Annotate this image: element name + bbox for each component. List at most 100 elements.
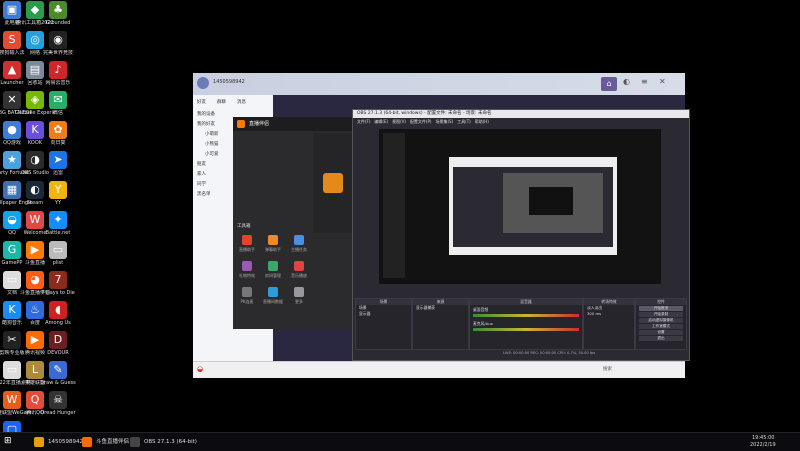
app-icon bbox=[82, 437, 92, 447]
desktop-icon[interactable]: D DEVOUR bbox=[38, 331, 78, 356]
desktop-icon[interactable]: ➤ 迅雷 bbox=[38, 151, 78, 176]
live-side bbox=[313, 133, 353, 233]
desktop-icon[interactable]: ✎ Draw & Guess bbox=[38, 361, 78, 386]
studio-mode-button[interactable]: 工作室模式 bbox=[639, 324, 683, 329]
desktop-icon-label: 向日葵 bbox=[50, 140, 66, 146]
tab-messages[interactable]: 消息 bbox=[237, 99, 246, 105]
list-item[interactable]: 显示器捕获 bbox=[413, 305, 468, 311]
obs-menu-item[interactable]: 场景集(S) bbox=[435, 119, 453, 124]
desktop-icon-label: Among Us bbox=[45, 320, 71, 326]
preview-icons bbox=[383, 133, 405, 278]
scenes-dock: 场景 场景 显示器 bbox=[355, 298, 412, 350]
tool-button[interactable]: 弹幕助手 bbox=[261, 235, 285, 253]
tool-label: 礼物特效 bbox=[239, 273, 255, 278]
app-icon: ◖ bbox=[49, 301, 67, 319]
tool-label: 直播间数据 bbox=[263, 299, 283, 304]
obs-menu-item[interactable]: 帮助(H) bbox=[475, 119, 489, 124]
desktop-icon-label: Dread Hunger bbox=[40, 410, 76, 416]
desktop-icon[interactable]: ▭ plist bbox=[38, 241, 78, 266]
list-item[interactable]: 显示器 bbox=[356, 311, 411, 317]
avatar[interactable] bbox=[197, 77, 209, 89]
obs-menu-item[interactable]: 文件(F) bbox=[357, 119, 370, 124]
list-item[interactable]: 我的好友 bbox=[197, 121, 215, 127]
obs-menu-item[interactable]: 工具(T) bbox=[457, 119, 471, 124]
taskbar-item[interactable]: 斗鱼直播伴侣 bbox=[80, 435, 129, 449]
tool-label: 弹幕助手 bbox=[265, 247, 281, 252]
close-icon[interactable]: ✕ bbox=[659, 77, 666, 86]
qq-icon[interactable]: ◒ bbox=[197, 365, 203, 373]
qq-title-bar[interactable]: 1450598942 ⌂ ◐ ≡ ✕ bbox=[193, 73, 685, 95]
tool-button[interactable]: 更多 bbox=[287, 287, 311, 305]
exit-button[interactable]: 退出 bbox=[639, 336, 683, 341]
taskbar-item[interactable]: 1450598942 bbox=[32, 435, 83, 449]
list-item[interactable]: 家人 bbox=[197, 171, 206, 177]
obs-preview[interactable] bbox=[379, 129, 661, 284]
obs-menu-item[interactable]: 配置文件(P) bbox=[410, 119, 432, 124]
desktop-icon-label: YY bbox=[54, 200, 62, 206]
tool-button[interactable]: 直播间数据 bbox=[261, 287, 285, 305]
tools-grid: 直播助手 弹幕助手 主播任务礼物特效 房间管理 音乐播放 PK连麦 直播间数据 更多 bbox=[233, 235, 313, 325]
app-icon: 7 bbox=[49, 271, 67, 289]
transition-duration[interactable]: 300 ms bbox=[584, 311, 634, 316]
settings-button[interactable]: 设置 bbox=[639, 330, 683, 335]
list-item[interactable]: 小萌新 bbox=[205, 131, 219, 137]
list-item[interactable]: 我的设备 bbox=[197, 111, 215, 117]
tool-button[interactable]: PK连麦 bbox=[235, 287, 259, 305]
tool-button[interactable]: 主播任务 bbox=[287, 235, 311, 253]
home-icon[interactable]: ⌂ bbox=[601, 77, 617, 91]
tool-label: 直播助手 bbox=[239, 247, 255, 252]
desktop-icon[interactable]: ◉ 完美世界竞技 bbox=[38, 31, 78, 56]
tool-button[interactable]: 直播助手 bbox=[235, 235, 259, 253]
clock-date[interactable]: 2022/2/19 bbox=[750, 442, 776, 448]
list-item[interactable]: 同学 bbox=[197, 181, 206, 187]
list-item[interactable]: 黑名单 bbox=[197, 191, 211, 197]
logo-icon bbox=[237, 120, 245, 128]
start-streaming-button[interactable]: 开始推流 bbox=[639, 306, 683, 311]
app-icon: ✎ bbox=[49, 361, 67, 379]
tool-icon bbox=[242, 261, 252, 271]
list-item[interactable]: 朋友 bbox=[197, 161, 206, 167]
app-icon: ✉ bbox=[49, 91, 67, 109]
desktop-icon[interactable]: ♪ 网易云音乐 bbox=[38, 61, 78, 86]
controls-dock: 控件 开始推流 开始录制 启动虚拟摄像机 工作室模式 设置 退出 bbox=[635, 298, 687, 350]
search-hint[interactable]: 搜索 bbox=[603, 366, 612, 372]
tool-button[interactable]: 房间管理 bbox=[261, 261, 285, 279]
desktop-icon-label: 微信 bbox=[52, 110, 63, 116]
app-icon: ♪ bbox=[49, 61, 67, 79]
list-item[interactable]: 小可爱 bbox=[205, 151, 219, 157]
desktop-icon[interactable]: ☠ Dread Hunger bbox=[38, 391, 78, 416]
virtual-camera-button[interactable]: 启动虚拟摄像机 bbox=[639, 318, 683, 323]
obs-menu-item[interactable]: 视图(V) bbox=[392, 119, 406, 124]
desktop-icon[interactable]: ◖ Among Us bbox=[38, 301, 78, 326]
tools-title: 工具箱 bbox=[237, 224, 251, 229]
list-item[interactable]: 小熊猫 bbox=[205, 141, 219, 147]
start-icon[interactable]: ⊞ bbox=[4, 436, 12, 446]
menu-icon[interactable]: ≡ bbox=[641, 77, 648, 86]
tab-groups[interactable]: 群聊 bbox=[217, 99, 226, 105]
obs-title-bar[interactable]: OBS 27.1.3 (64-bit, windows) - 配置文件: 未命名… bbox=[353, 110, 689, 118]
desktop-icon[interactable]: Y YY bbox=[38, 181, 78, 206]
tool-label: 房间管理 bbox=[265, 273, 281, 278]
desktop-icon[interactable]: 77 Days to Die bbox=[38, 271, 78, 296]
tool-icon bbox=[268, 261, 278, 271]
start-recording-button[interactable]: 开始录制 bbox=[639, 312, 683, 317]
tab-friends[interactable]: 好友 bbox=[197, 99, 206, 105]
game-icon[interactable]: ◐ bbox=[623, 77, 630, 86]
taskbar: ⊞ 1450598942 斗鱼直播伴侣 OBS 27.1.3 (64-bit) 19… bbox=[0, 432, 800, 451]
tool-button[interactable]: 音乐播放 bbox=[287, 261, 311, 279]
volume-meter bbox=[473, 314, 579, 317]
desktop-icon[interactable]: ♣ Grounded bbox=[38, 1, 78, 26]
sources-dock: 来源 显示器捕获 bbox=[412, 298, 469, 350]
taskbar-item[interactable]: OBS 27.1.3 (64-bit) bbox=[128, 435, 197, 449]
clock-time[interactable]: 19:45:00 bbox=[752, 435, 774, 441]
tool-label: PK连麦 bbox=[240, 299, 254, 304]
desktop-icon[interactable]: ✿ 向日葵 bbox=[38, 121, 78, 146]
start-live-button[interactable] bbox=[323, 173, 343, 193]
transitions-dock: 转场特效 淡入淡出 300 ms bbox=[583, 298, 635, 350]
tool-button[interactable]: 礼物特效 bbox=[235, 261, 259, 279]
desktop-icon[interactable]: ✦ Battle.net bbox=[38, 211, 78, 236]
obs-menu-item[interactable]: 编辑(E) bbox=[374, 119, 388, 124]
app-icon: ▭ bbox=[49, 241, 67, 259]
brand-title: 直播伴侣 bbox=[249, 121, 270, 127]
desktop-icon[interactable]: ✉ 微信 bbox=[38, 91, 78, 116]
